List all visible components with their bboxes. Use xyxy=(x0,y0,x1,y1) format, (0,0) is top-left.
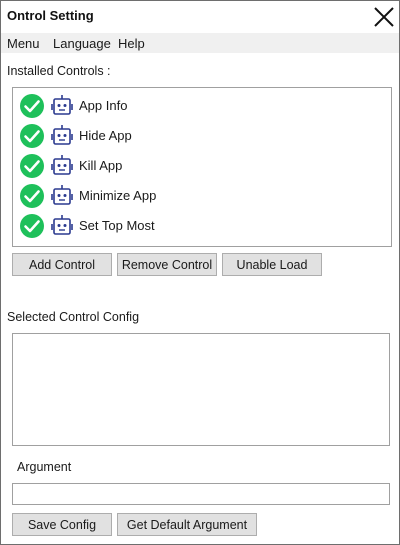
check-circle-icon xyxy=(20,154,44,178)
list-item-label: Set Top Most xyxy=(79,218,155,233)
window-title: Ontrol Setting xyxy=(7,8,94,23)
argument-label: Argument xyxy=(17,460,72,474)
robot-icon xyxy=(51,185,73,205)
selected-config-heading: Selected Control Config xyxy=(7,310,140,324)
list-item-set-top-most[interactable]: Set Top Most xyxy=(19,211,379,239)
get-default-argument-button[interactable]: Get Default Argument xyxy=(117,513,257,536)
list-item-minimize-app[interactable]: Minimize App xyxy=(19,181,379,209)
control-setting-window: Ontrol Setting Menu Language Help Instal… xyxy=(0,0,400,545)
robot-icon xyxy=(51,215,73,235)
installed-controls-heading: Installed Controls : xyxy=(7,64,111,78)
title-bar: Ontrol Setting xyxy=(1,1,399,33)
robot-icon xyxy=(51,125,73,145)
list-item-label: Hide App xyxy=(79,128,132,143)
list-item-kill-app[interactable]: Kill App xyxy=(19,151,379,179)
list-item-label: Kill App xyxy=(79,158,123,173)
menu-item-language[interactable]: Language xyxy=(53,36,111,51)
argument-input[interactable] xyxy=(12,483,390,505)
list-item-hide-app[interactable]: Hide App xyxy=(19,121,379,149)
check-circle-icon xyxy=(20,124,44,148)
remove-control-button[interactable]: Remove Control xyxy=(117,253,217,276)
add-control-button[interactable]: Add Control xyxy=(12,253,112,276)
check-circle-icon xyxy=(20,94,44,118)
robot-icon xyxy=(51,95,73,115)
installed-controls-list[interactable]: App Info Hide App Kill App Minimize App … xyxy=(12,87,392,247)
config-textarea[interactable] xyxy=(12,333,390,446)
save-config-button[interactable]: Save Config xyxy=(12,513,112,536)
list-item-label: App Info xyxy=(79,98,128,113)
close-icon xyxy=(374,7,394,27)
menu-bar: Menu Language Help xyxy=(1,33,399,53)
list-item-app-info[interactable]: App Info xyxy=(19,91,379,119)
close-button[interactable] xyxy=(371,4,397,30)
check-circle-icon xyxy=(20,214,44,238)
menu-item-menu[interactable]: Menu xyxy=(7,36,40,51)
check-circle-icon xyxy=(20,184,44,208)
list-item-label: Minimize App xyxy=(79,188,157,203)
menu-item-help[interactable]: Help xyxy=(118,36,145,51)
robot-icon xyxy=(51,155,73,175)
unable-load-button[interactable]: Unable Load xyxy=(222,253,322,276)
